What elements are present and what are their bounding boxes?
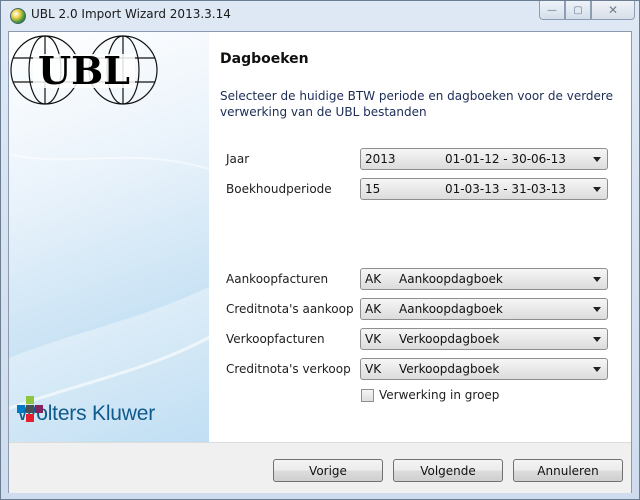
checkbox-label: Verwerking in groep (379, 388, 500, 402)
verwerking-in-groep-checkbox[interactable]: Verwerking in groep (361, 388, 499, 402)
minimize-icon: — (547, 4, 557, 16)
credit-verkoop-value: Verkoopdagboek (399, 362, 500, 376)
jaar-label: Jaar (226, 152, 250, 166)
back-button[interactable]: Vorige (273, 459, 383, 482)
credit-aankoop-code: AK (365, 302, 382, 316)
wizard-window: UBL 2.0 Import Wizard 2013.3.14 — ▢ ✕ UB… (0, 0, 640, 500)
creditnota-aankoop-label: Creditnota's aankoop (226, 302, 354, 316)
credit-aankoop-value: Aankoopdagboek (399, 302, 503, 316)
wizard-sidebar: UBL Wolters Kluwer (9, 32, 209, 442)
chevron-down-icon (593, 307, 601, 312)
maximize-button[interactable]: ▢ (565, 1, 591, 20)
ubl-logo-text: UBL (38, 48, 130, 93)
wizard-footer: Vorige Volgende Annuleren (9, 442, 631, 493)
page-title: Dagboeken (220, 51, 309, 67)
maximize-icon: ▢ (573, 4, 583, 16)
chevron-down-icon (593, 367, 601, 372)
ubl-logo: UBL (10, 35, 158, 105)
checkbox-box[interactable] (361, 388, 374, 402)
chevron-down-icon (593, 187, 601, 192)
aankoopfacturen-label: Aankoopfacturen (226, 272, 329, 286)
window-controls: — ▢ ✕ (539, 1, 635, 21)
chevron-down-icon (593, 277, 601, 282)
creditnota-aankoop-dropdown[interactable]: AK Aankoopdagboek (360, 298, 608, 320)
close-icon: ✕ (607, 3, 619, 17)
wizard-client-area: UBL Wolters Kluwer Dagboeken Selecteer d… (8, 31, 632, 493)
periode-code: 15 (365, 182, 381, 196)
periode-value: 01-03-13 - 31-03-13 (445, 182, 566, 196)
creditnota-verkoop-label: Creditnota's verkoop (226, 362, 351, 376)
minimize-button[interactable]: — (539, 1, 565, 20)
creditnota-verkoop-dropdown[interactable]: VK Verkoopdagboek (360, 358, 608, 380)
verkoopfacturen-dropdown[interactable]: VK Verkoopdagboek (360, 328, 608, 350)
boekhoudperiode-label: Boekhoudperiode (226, 182, 332, 196)
aankoop-code: AK (365, 272, 382, 286)
jaar-value: 01-01-12 - 30-06-13 (445, 152, 566, 166)
aankoopfacturen-dropdown[interactable]: AK Aankoopdagboek (360, 268, 608, 290)
aankoop-value: Aankoopdagboek (399, 272, 503, 286)
chevron-down-icon (593, 157, 601, 162)
title-bar[interactable]: UBL 2.0 Import Wizard 2013.3.14 — ▢ ✕ (1, 1, 639, 31)
cancel-button[interactable]: Annuleren (513, 459, 623, 482)
wolters-kluwer-logo-icon (17, 396, 43, 422)
verkoop-value: Verkoopdagboek (399, 332, 500, 346)
chevron-down-icon (593, 337, 601, 342)
wolters-kluwer-brand: Wolters Kluwer (17, 396, 207, 432)
jaar-dropdown[interactable]: 2013 01-01-12 - 30-06-13 (360, 148, 608, 170)
boekhoudperiode-dropdown[interactable]: 15 01-03-13 - 31-03-13 (360, 178, 608, 200)
window-title: UBL 2.0 Import Wizard 2013.3.14 (31, 7, 231, 21)
wizard-page: Dagboeken Selecteer de huidige BTW perio… (209, 32, 631, 442)
verkoop-code: VK (365, 332, 382, 346)
close-button[interactable]: ✕ (591, 1, 635, 20)
credit-verkoop-code: VK (365, 362, 382, 376)
jaar-code: 2013 (365, 152, 396, 166)
app-icon (10, 8, 26, 24)
next-button[interactable]: Volgende (393, 459, 503, 482)
page-description: Selecteer de huidige BTW periode en dagb… (220, 89, 613, 119)
verkoopfacturen-label: Verkoopfacturen (226, 332, 325, 346)
